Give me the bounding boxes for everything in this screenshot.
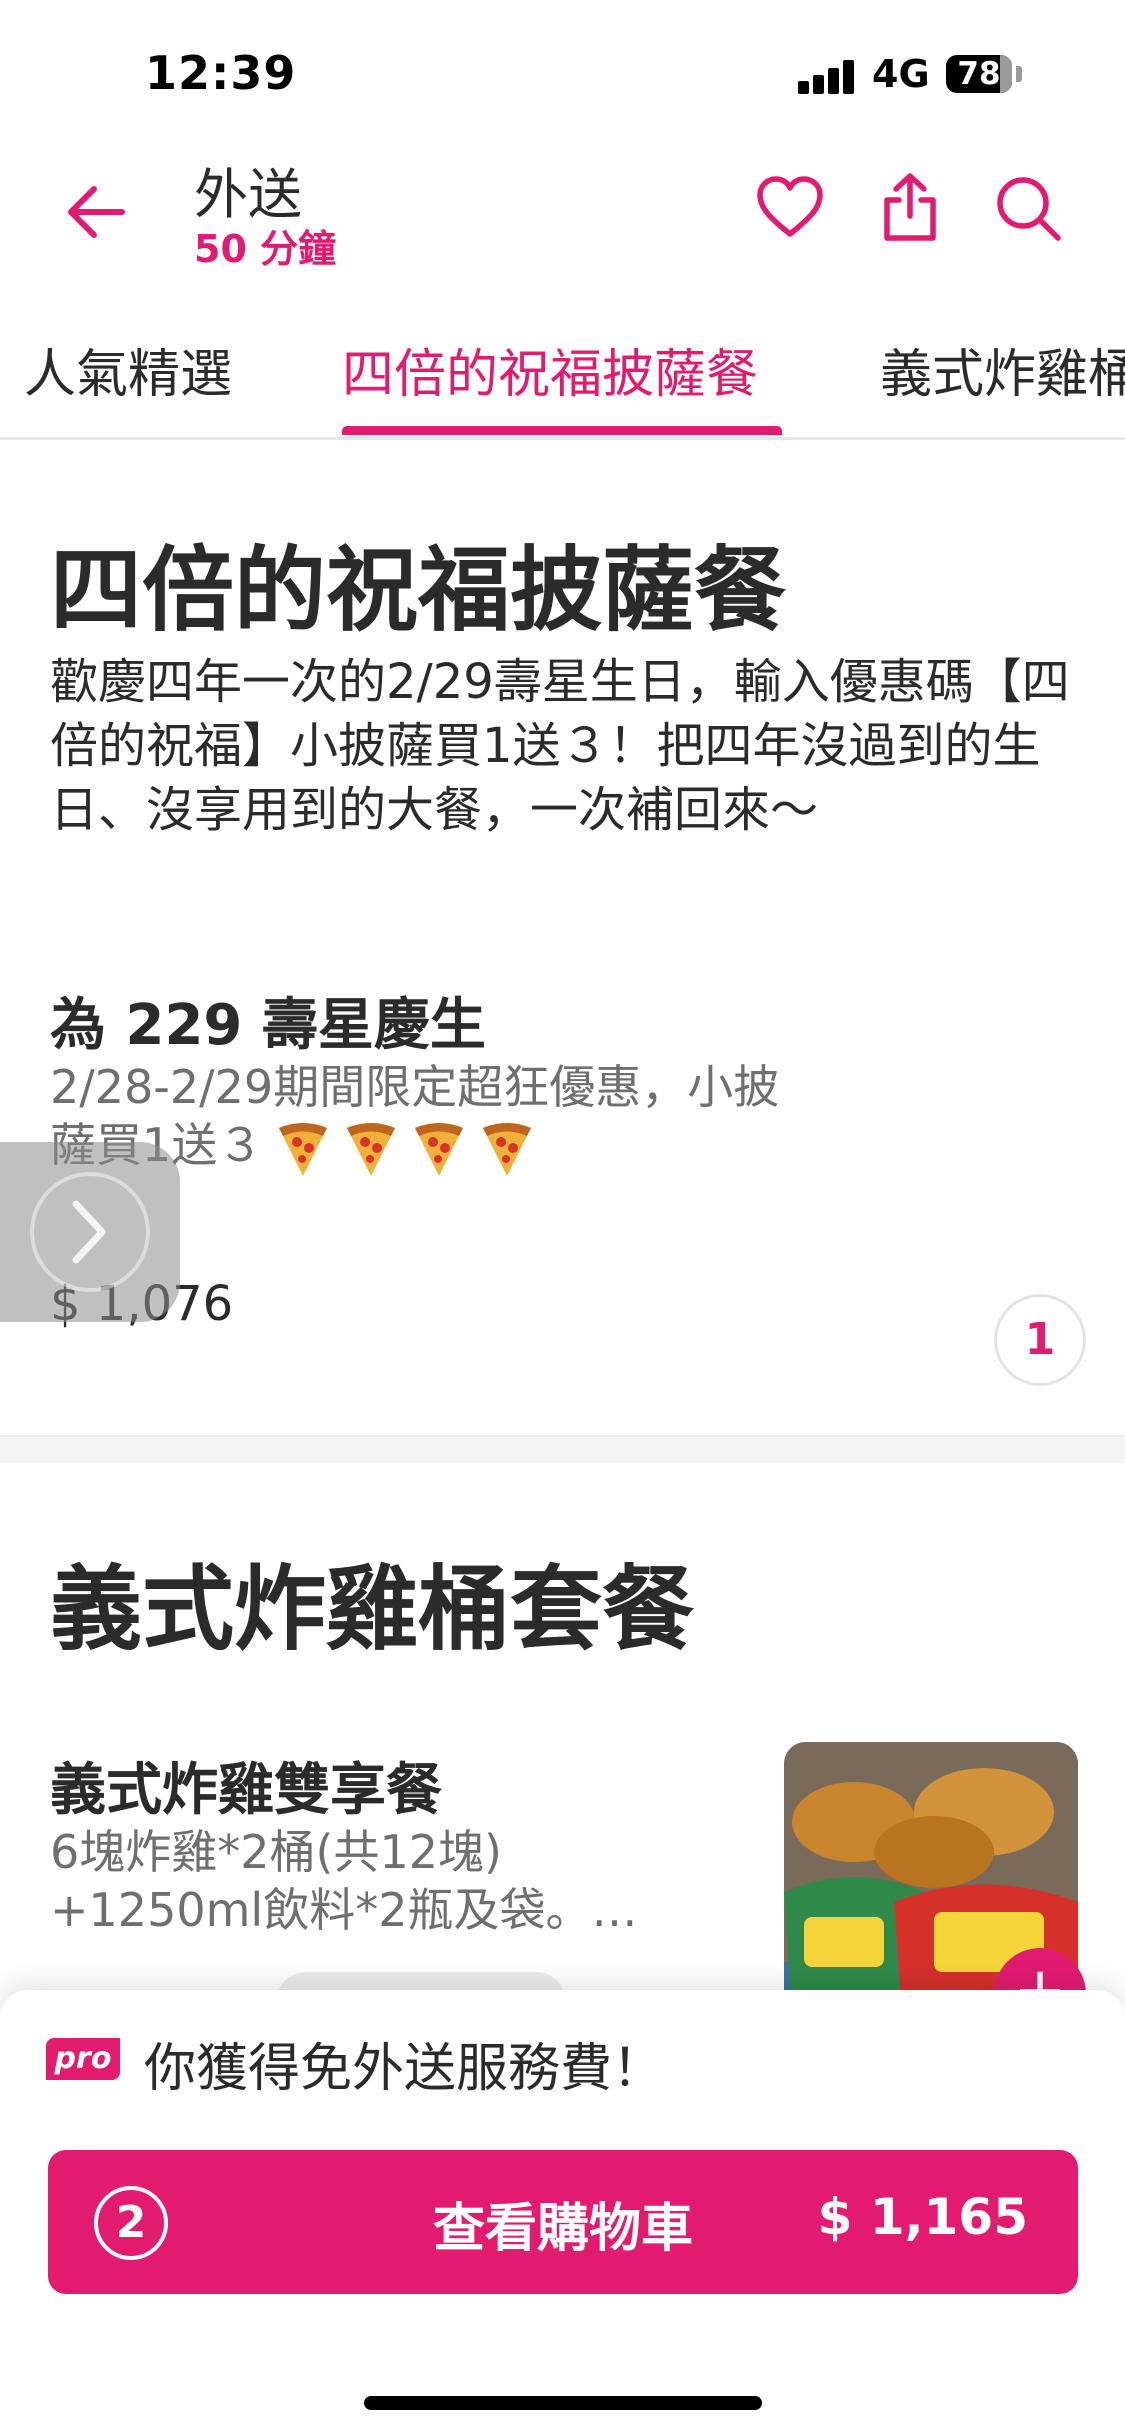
pizza-icon [415,1122,464,1176]
status-bar: 12:39 4G 78 [0,0,1125,140]
active-tab-indicator [342,426,782,435]
battery-icon: 78 [946,55,1012,93]
category-tabs: 人氣精選 四倍的祝福披薩餐 義式炸雞桶 [0,300,1125,440]
header: 外送 50 分鐘 [0,140,1125,290]
status-time: 12:39 [145,46,297,100]
pizza-icon [279,1122,328,1176]
network-type: 4G [872,52,930,96]
pizza-icon [483,1122,532,1176]
menu-item-title[interactable]: 義式炸雞雙享餐 [50,1745,442,1826]
back-button[interactable] [60,176,132,248]
pro-benefit-text: 你獲得免外送服務費！ [144,2039,665,2099]
item-desc-line2: 薩買1送３ [50,1116,940,1178]
signal-icon [798,60,856,94]
home-indicator [364,2396,762,2410]
chevron-right-icon [30,1172,150,1292]
search-icon [997,177,1061,241]
section-heading: 四倍的祝福披薩餐 [50,537,787,644]
item-title-prefix: 為 [50,993,106,1058]
tab-pizza-meal[interactable]: 四倍的祝福披薩餐 [342,332,758,407]
battery-cap [1016,66,1022,82]
share-button[interactable] [872,170,948,246]
battery-level: 78 [957,56,1001,92]
favorite-button[interactable] [752,170,828,246]
search-button[interactable] [990,170,1066,246]
section-divider [0,1435,1125,1463]
item-quantity-badge[interactable]: 1 [994,1294,1086,1386]
tab-fried-chicken[interactable]: 義式炸雞桶 [880,332,1125,407]
menu-item-title[interactable]: 為 229 壽星慶生 [50,980,486,1061]
cart-total: $ 1,165 [817,2188,1028,2246]
cart-bottom-sheet: pro 你獲得免外送服務費！ 2 查看購物車 $ 1,165 [0,1990,1125,2436]
share-icon [884,173,936,241]
heart-icon [757,176,823,237]
delivery-time: 50 分鐘 [194,227,337,271]
view-cart-button[interactable]: 2 查看購物車 $ 1,165 [48,2150,1078,2294]
menu-item-description: 2/28-2/29期間限定超狂優惠，小披 薩買1送３ [50,1058,940,1178]
section-description: 歡慶四年一次的2/29壽星生日，輸入優惠碼【四倍的祝福】小披薩買1送３！把四年沒… [50,654,1070,838]
item-desc-line1: 2/28-2/29期間限定超狂優惠，小披 [50,1060,780,1114]
section-heading: 義式炸雞桶套餐 [50,1556,695,1663]
arrow-left-icon [68,186,125,238]
item-title-number: 229 [125,993,243,1058]
tab-popular[interactable]: 人氣精選 [24,332,232,407]
pro-badge: pro [46,2038,120,2080]
item-title-suffix: 壽星慶生 [261,993,486,1058]
pizza-icon [347,1122,396,1176]
floating-next-button[interactable] [0,1142,180,1322]
